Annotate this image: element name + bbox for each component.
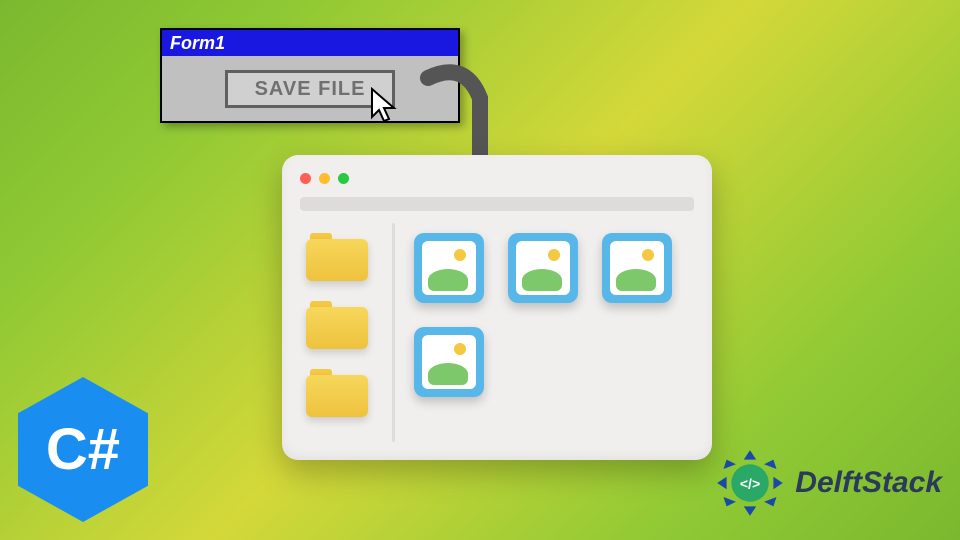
sidebar-divider xyxy=(392,223,395,442)
folder-icon[interactable] xyxy=(306,301,368,349)
maximize-icon[interactable] xyxy=(338,173,349,184)
image-file-icon[interactable] xyxy=(414,233,484,303)
image-file-icon[interactable] xyxy=(414,327,484,397)
folder-icon[interactable] xyxy=(306,369,368,417)
close-icon[interactable] xyxy=(300,173,311,184)
window-title: Form1 xyxy=(170,33,225,54)
svg-text:</>: </> xyxy=(740,475,760,491)
minimize-icon[interactable] xyxy=(319,173,330,184)
delftstack-badge-icon: </> xyxy=(711,444,789,522)
titlebar: Form1 xyxy=(162,30,458,56)
delftstack-logo: </> DelftStack xyxy=(711,444,942,522)
delftstack-brand-text: DelftStack xyxy=(795,466,942,500)
folder-icon[interactable] xyxy=(306,233,368,281)
toolbar xyxy=(300,197,694,211)
image-file-icon[interactable] xyxy=(602,233,672,303)
csharp-label: C# xyxy=(46,416,120,483)
image-file-icon[interactable] xyxy=(508,233,578,303)
cursor-icon xyxy=(366,87,402,127)
save-file-button[interactable]: SAVE FILE xyxy=(225,70,395,108)
file-explorer-window xyxy=(282,155,712,460)
sidebar xyxy=(306,233,368,417)
traffic-lights xyxy=(300,173,349,184)
file-grid xyxy=(414,233,672,397)
save-file-label: SAVE FILE xyxy=(255,78,366,101)
form1-window: Form1 SAVE FILE xyxy=(160,28,460,123)
csharp-logo: C# xyxy=(18,377,148,522)
